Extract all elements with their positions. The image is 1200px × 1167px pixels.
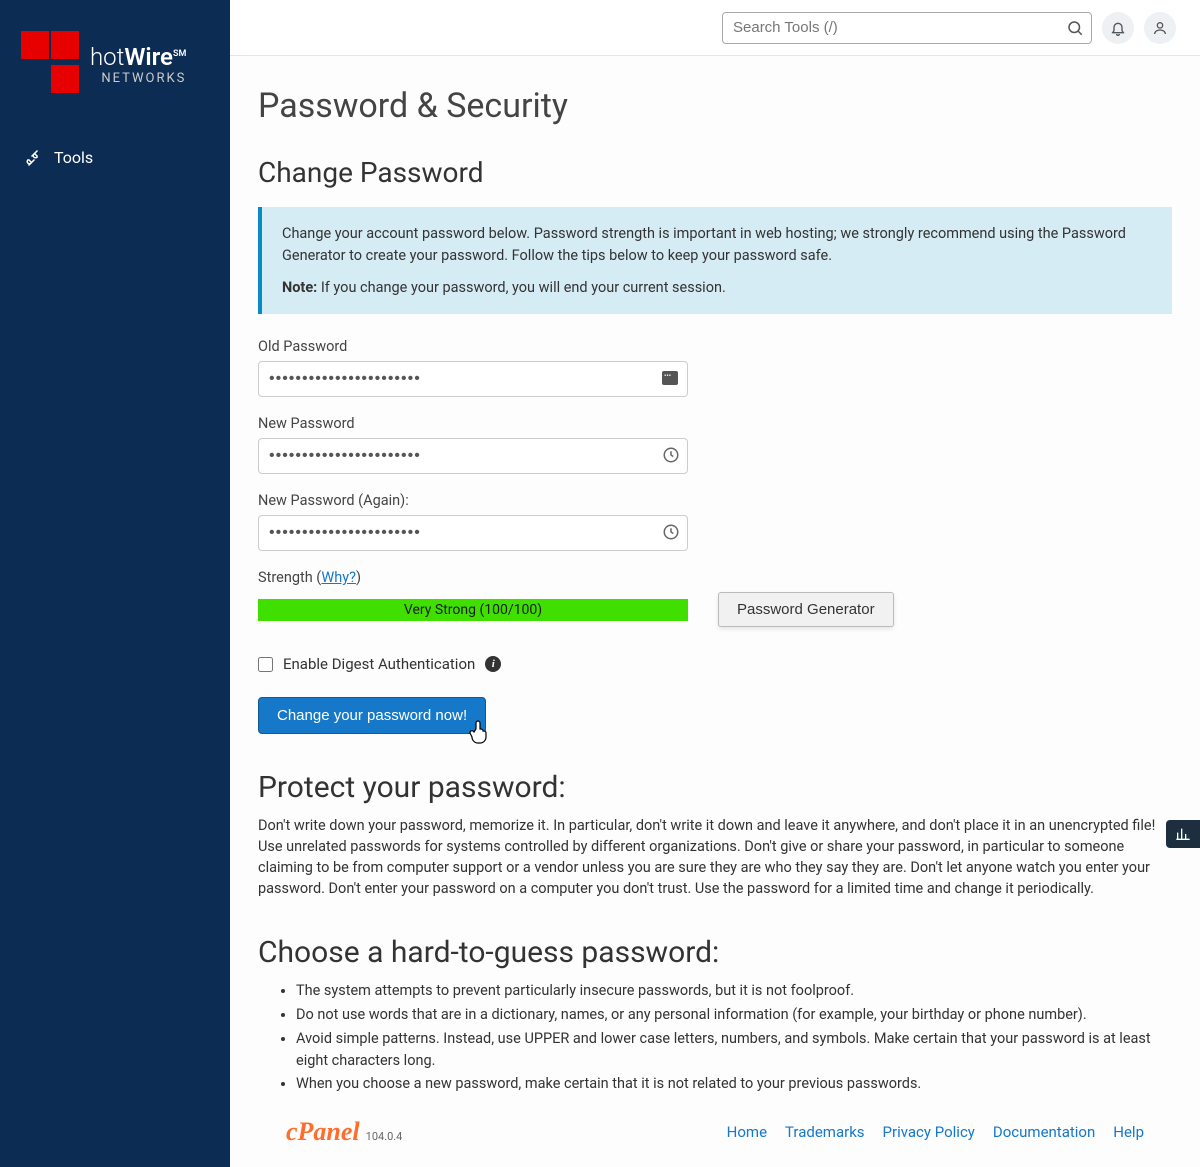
notifications-button[interactable] <box>1102 12 1134 44</box>
again-password-label: New Password (Again): <box>258 492 1172 509</box>
main: Password & Security Change Password Chan… <box>230 0 1200 1167</box>
list-item: When you choose a new password, make cer… <box>296 1073 1172 1095</box>
brand-badge: SM <box>173 49 186 59</box>
footer-link-docs[interactable]: Documentation <box>993 1123 1095 1141</box>
submit-label: Change your password now! <box>277 707 467 724</box>
note-text: If you change your password, you will en… <box>317 279 726 296</box>
cpanel-logo: cPanel 104.0.4 <box>286 1117 402 1147</box>
digest-auth-checkbox[interactable] <box>258 657 273 672</box>
old-password-label: Old Password <box>258 338 1172 355</box>
brand-name-suffix: Wire <box>124 43 173 71</box>
tips-list: The system attempts to prevent particula… <box>296 980 1172 1095</box>
list-item: Do not use words that are in a dictionar… <box>296 1004 1172 1026</box>
search-container <box>722 12 1092 44</box>
bell-icon <box>1110 20 1126 36</box>
footer: cPanel 104.0.4 Home Trademarks Privacy P… <box>258 1097 1172 1147</box>
footer-link-privacy[interactable]: Privacy Policy <box>883 1123 975 1141</box>
user-icon <box>1152 20 1168 36</box>
keyboard-icon[interactable] <box>662 371 678 385</box>
info-callout: Change your account password below. Pass… <box>258 207 1172 314</box>
section-title: Change Password <box>258 156 1172 189</box>
footer-link-trademarks[interactable]: Trademarks <box>785 1123 865 1141</box>
brand-name-prefix: hot <box>90 43 124 71</box>
footer-links: Home Trademarks Privacy Policy Documenta… <box>727 1123 1144 1141</box>
page-title: Password & Security <box>258 86 1172 126</box>
strength-why-link[interactable]: Why? <box>321 569 356 586</box>
info-icon[interactable]: i <box>485 656 501 672</box>
search-icon[interactable] <box>1066 19 1084 41</box>
strength-meter: Very Strong (100/100) <box>258 599 688 621</box>
change-password-button[interactable]: Change your password now! <box>258 697 486 734</box>
content: Password & Security Change Password Chan… <box>230 56 1200 1167</box>
reveal-icon[interactable] <box>662 446 680 464</box>
reveal-icon[interactable] <box>662 523 680 541</box>
protect-title: Protect your password: <box>258 770 1172 805</box>
sidebar-item-tools[interactable]: Tools <box>0 138 230 177</box>
old-password-input[interactable] <box>258 361 688 397</box>
password-generator-button[interactable]: Password Generator <box>718 592 894 627</box>
brand-logo: hotWireSM NETWORKS <box>0 30 230 138</box>
info-text: Change your account password below. Pass… <box>282 223 1152 267</box>
digest-auth-label: Enable Digest Authentication <box>283 655 475 673</box>
stats-float-button[interactable] <box>1166 820 1200 848</box>
sidebar: hotWireSM NETWORKS Tools <box>0 0 230 1167</box>
topbar <box>230 0 1200 56</box>
sidebar-item-label: Tools <box>54 148 93 167</box>
strength-label: Strength (Why?) <box>258 569 1172 586</box>
brand-subtitle: NETWORKS <box>90 71 186 86</box>
note-label: Note: <box>282 279 317 296</box>
choose-title: Choose a hard-to-guess password: <box>258 935 1172 970</box>
logo-mark <box>20 30 80 98</box>
cursor-icon <box>467 719 491 751</box>
footer-link-help[interactable]: Help <box>1113 1123 1144 1141</box>
user-menu-button[interactable] <box>1144 12 1176 44</box>
footer-link-home[interactable]: Home <box>727 1123 767 1141</box>
new-password-input[interactable] <box>258 438 688 474</box>
tools-icon <box>24 149 42 167</box>
list-item: The system attempts to prevent particula… <box>296 980 1172 1002</box>
list-item: Avoid simple patterns. Instead, use UPPE… <box>296 1028 1172 1072</box>
protect-text: Don't write down your password, memorize… <box>258 815 1172 899</box>
cpanel-name: cPanel <box>286 1117 360 1147</box>
again-password-input[interactable] <box>258 515 688 551</box>
search-input[interactable] <box>722 12 1092 44</box>
cpanel-version: 104.0.4 <box>366 1130 403 1143</box>
new-password-label: New Password <box>258 415 1172 432</box>
chart-icon <box>1175 826 1191 842</box>
